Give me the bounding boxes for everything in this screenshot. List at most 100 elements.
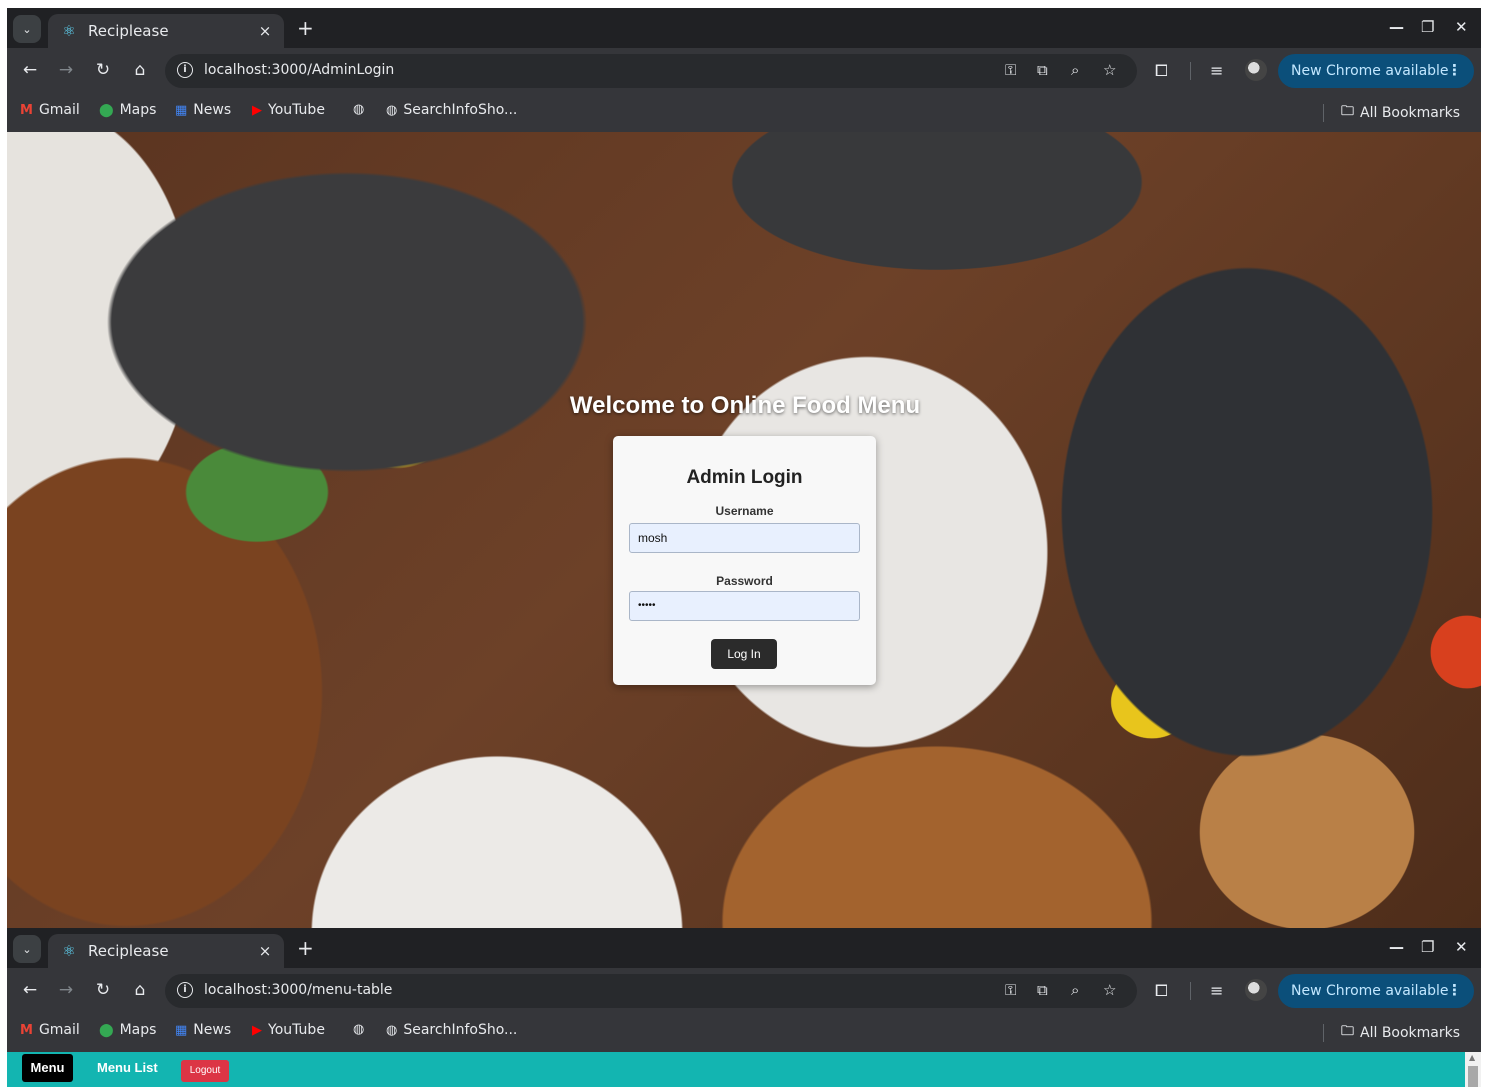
tab-title: Reciplease	[88, 22, 169, 40]
all-bookmarks[interactable]: 🗀 All Bookmarks	[1341, 102, 1460, 124]
bookmarks-bar: M Gmail ⬤ Maps ▦ News ▶ YouTube ◍ ◍ SearchInf…	[7, 94, 1481, 132]
admin-login-card: Admin Login Username mosh Password •••••…	[613, 436, 876, 685]
bookmark-maps[interactable]: ⬤ Maps	[99, 1022, 156, 1038]
all-bookmarks[interactable]: 🗀 All Bookmarks	[1341, 1022, 1460, 1044]
page-scrollbar[interactable]: ▲	[1465, 1052, 1481, 1087]
close-window-icon[interactable]: ✕	[1455, 938, 1468, 956]
bookmark-star-icon[interactable]: ☆	[1103, 61, 1116, 79]
back-icon[interactable]: ←	[19, 60, 41, 80]
browser-window-top: ⌄ ⚛ Reciplease × + — ❐ ✕ ← → ↻ ⌂ i local…	[7, 8, 1481, 132]
bookmarks-divider	[1323, 104, 1324, 122]
reload-icon[interactable]: ↻	[92, 60, 114, 80]
chrome-update-button[interactable]: New Chrome available ⋮	[1278, 974, 1474, 1008]
bookmark-label: YouTube	[268, 102, 325, 118]
bookmarks-divider	[1323, 1024, 1324, 1042]
bookmark-gmail[interactable]: M Gmail	[20, 1022, 80, 1038]
news-icon: ▦	[175, 102, 188, 118]
bookmark-searchinfo[interactable]: ◍ SearchInfoSho...	[386, 1022, 517, 1038]
browser-tab[interactable]: ⚛ Reciplease ×	[48, 934, 284, 968]
tab-title: Reciplease	[88, 942, 169, 960]
home-icon[interactable]: ⌂	[129, 980, 151, 1000]
globe-icon: ◍	[353, 102, 365, 117]
reading-list-icon[interactable]: ≡	[1210, 61, 1223, 80]
more-menu-icon[interactable]: ⋮	[1447, 61, 1462, 79]
browser-tab[interactable]: ⚛ Reciplease ×	[48, 14, 284, 48]
extensions-icon[interactable]: ⧠	[1155, 981, 1168, 1001]
address-bar[interactable]: i localhost:3000/AdminLogin ⚿ ⧉ ⌕ ☆	[165, 54, 1137, 88]
bookmark-gmail[interactable]: M Gmail	[20, 102, 80, 118]
bookmark-label: Gmail	[38, 1022, 80, 1038]
extensions-icon[interactable]: ⧠	[1155, 61, 1168, 81]
browser-window-bottom: ⌄ ⚛ Reciplease × + — ❐ ✕ ← → ↻ ⌂ i local…	[7, 928, 1481, 1052]
password-label: Password	[716, 574, 773, 588]
welcome-heading: Welcome to Online Food Menu	[569, 392, 921, 419]
install-app-icon[interactable]: ⧉	[1037, 61, 1048, 79]
minimize-icon[interactable]: —	[1389, 938, 1404, 956]
zoom-icon[interactable]: ⌕	[1071, 981, 1079, 999]
bookmark-star-icon[interactable]: ☆	[1103, 981, 1116, 999]
folder-icon: 🗀	[1341, 104, 1355, 119]
bookmark-globe[interactable]: ◍	[353, 1022, 370, 1037]
site-info-icon[interactable]: i	[177, 62, 193, 78]
bookmark-label: All Bookmarks	[1360, 105, 1461, 121]
toolbar-divider	[1190, 62, 1191, 80]
more-menu-icon[interactable]: ⋮	[1447, 981, 1462, 999]
reading-list-icon[interactable]: ≡	[1210, 981, 1223, 1000]
bookmark-news[interactable]: ▦ News	[175, 102, 231, 118]
forward-icon[interactable]: →	[55, 60, 77, 80]
globe-icon: ◍	[353, 1022, 365, 1037]
bookmark-label: YouTube	[268, 1022, 325, 1038]
menu-brand-button[interactable]: Menu	[22, 1054, 73, 1082]
password-key-icon[interactable]: ⚿	[1005, 981, 1016, 999]
globe-icon: ◍	[386, 102, 398, 118]
new-tab-button[interactable]: +	[297, 16, 314, 40]
bookmark-youtube[interactable]: ▶ YouTube	[252, 102, 325, 118]
restore-icon[interactable]: ❐	[1421, 938, 1434, 956]
chrome-update-button[interactable]: New Chrome available ⋮	[1278, 54, 1474, 88]
back-icon[interactable]: ←	[19, 980, 41, 1000]
chrome-update-label: New Chrome available	[1291, 983, 1449, 999]
bookmark-youtube[interactable]: ▶ YouTube	[252, 1022, 325, 1038]
menu-list-link[interactable]: Menu List	[97, 1060, 158, 1075]
reload-icon[interactable]: ↻	[92, 980, 114, 1000]
profile-avatar-icon[interactable]	[1245, 979, 1267, 1001]
restore-icon[interactable]: ❐	[1421, 18, 1434, 36]
forward-icon[interactable]: →	[55, 980, 77, 1000]
youtube-icon: ▶	[252, 102, 262, 118]
bookmark-label: SearchInfoSho...	[403, 1022, 518, 1038]
address-url[interactable]: localhost:3000/menu-table	[204, 982, 392, 998]
tab-close-icon[interactable]: ×	[254, 22, 276, 40]
tab-search-icon[interactable]: ⌄	[13, 15, 41, 43]
bookmark-label: Gmail	[38, 102, 80, 118]
scrollbar-thumb[interactable]	[1468, 1066, 1478, 1087]
browser-toolbar: ← → ↻ ⌂ i localhost:3000/menu-table ⚿ ⧉ …	[7, 968, 1481, 1014]
install-app-icon[interactable]: ⧉	[1037, 981, 1048, 999]
scroll-up-arrow-icon[interactable]: ▲	[1469, 1053, 1475, 1062]
bookmark-news[interactable]: ▦ News	[175, 1022, 231, 1038]
logout-button[interactable]: Logout	[181, 1060, 229, 1082]
zoom-icon[interactable]: ⌕	[1071, 61, 1079, 79]
password-input[interactable]: •••••	[629, 591, 860, 621]
gmail-icon: M	[20, 1022, 33, 1038]
news-icon: ▦	[175, 1022, 188, 1038]
username-input[interactable]: mosh	[629, 523, 860, 553]
tab-close-icon[interactable]: ×	[254, 942, 276, 960]
minimize-icon[interactable]: —	[1389, 18, 1404, 36]
new-tab-button[interactable]: +	[297, 936, 314, 960]
address-url[interactable]: localhost:3000/AdminLogin	[204, 62, 394, 78]
browser-toolbar: ← → ↻ ⌂ i localhost:3000/AdminLogin ⚿ ⧉ …	[7, 48, 1481, 94]
profile-avatar-icon[interactable]	[1245, 59, 1267, 81]
tab-search-icon[interactable]: ⌄	[13, 935, 41, 963]
bookmark-label: Maps	[119, 102, 157, 118]
home-icon[interactable]: ⌂	[129, 60, 151, 80]
address-bar[interactable]: i localhost:3000/menu-table ⚿ ⧉ ⌕ ☆	[165, 974, 1137, 1008]
login-button[interactable]: Log In	[711, 639, 777, 669]
site-info-icon[interactable]: i	[177, 982, 193, 998]
maps-pin-icon: ⬤	[99, 102, 114, 118]
bookmark-label: News	[193, 1022, 232, 1038]
close-window-icon[interactable]: ✕	[1455, 18, 1468, 36]
bookmark-maps[interactable]: ⬤ Maps	[99, 102, 156, 118]
bookmark-searchinfo[interactable]: ◍ SearchInfoSho...	[386, 102, 517, 118]
bookmark-globe[interactable]: ◍	[353, 102, 370, 117]
password-key-icon[interactable]: ⚿	[1005, 61, 1016, 79]
